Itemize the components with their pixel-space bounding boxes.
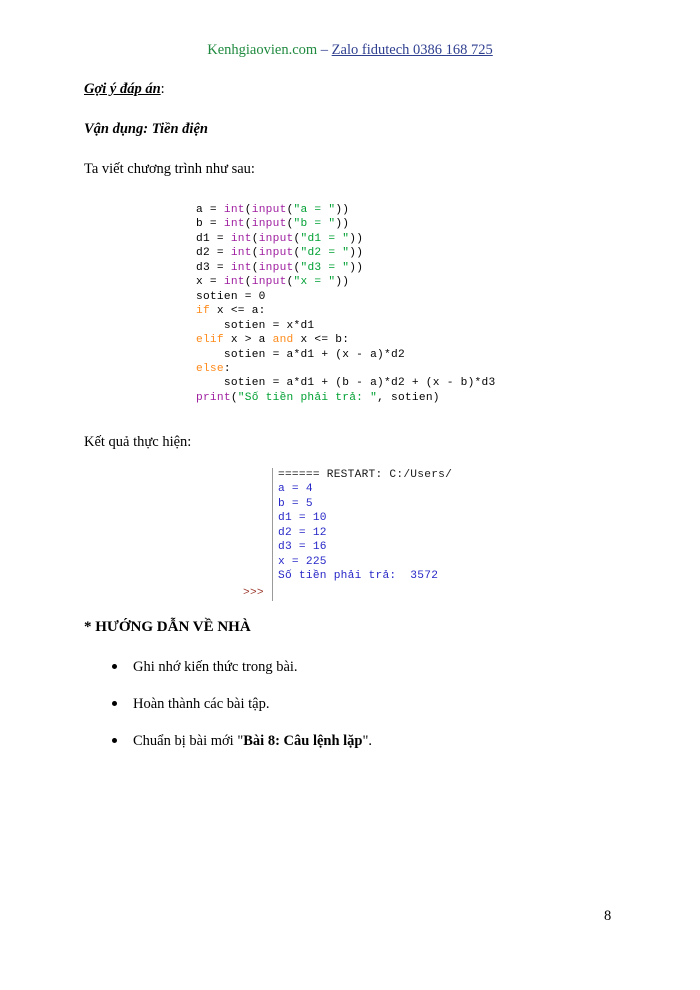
- page-header: Kenhgiaovien.com – Zalo fidutech 0386 16…: [0, 40, 700, 60]
- code-keyword: else: [196, 362, 224, 375]
- python-code-block: a = int(input("a = ")) b = int(input("b …: [196, 203, 495, 405]
- code-string: "d1 = ": [300, 232, 350, 245]
- zalo-contact-link[interactable]: Zalo fidutech 0386 168 725: [332, 42, 493, 58]
- code-builtin: int: [223, 204, 245, 216]
- homework-heading: * HƯỚNG DẪN VỀ NHÀ: [84, 619, 251, 635]
- code-builtin: int: [223, 218, 245, 231]
- code-string: "Số tiền phải trả: ": [237, 391, 378, 404]
- document-content: Gợi ý đáp án: Vận dụng: Tiền điện Ta viế…: [84, 80, 616, 200]
- answer-label-paragraph: Gợi ý đáp án:: [84, 80, 616, 99]
- bullet-icon: [112, 701, 117, 706]
- list-item: Chuẩn bị bài mới "Bài 8: Câu lệnh lặp".: [112, 732, 592, 751]
- code-builtin: input: [258, 261, 294, 274]
- list-item-text: Chuẩn bị bài mới ": [133, 733, 244, 749]
- code-lines: a = int(input("a = ")) b = int(input("b …: [196, 204, 496, 404]
- shell-restart-line: ====== RESTART: C:/Users/: [278, 469, 453, 481]
- shell-prompt: >>>: [243, 587, 264, 599]
- application-heading-paragraph: Vận dụng: Tiền điện: [84, 120, 616, 139]
- code-string: "d2 = ": [300, 247, 350, 260]
- bullet-icon: [112, 738, 117, 743]
- list-item-text: Hoàn thành các bài tập.: [133, 696, 270, 712]
- shell-divider: [272, 468, 273, 601]
- shell-line: a = 4: [278, 483, 313, 496]
- site-name: Kenhgiaovien.com: [207, 42, 318, 58]
- result-label: Kết quả thực hiện:: [84, 434, 192, 450]
- code-builtin: input: [251, 276, 287, 289]
- list-item-tail: ".: [362, 733, 373, 749]
- shell-line: d3 = 16: [278, 541, 327, 554]
- code-builtin: int: [223, 276, 245, 289]
- list-item: Hoàn thành các bài tập.: [112, 695, 592, 714]
- list-item-emphasis: Bài 8: Câu lệnh lặp: [243, 733, 363, 749]
- code-builtin: input: [251, 204, 287, 216]
- answer-label: Gợi ý đáp án: [84, 81, 161, 97]
- shell-line: d2 = 12: [278, 526, 327, 539]
- code-builtin: print: [196, 391, 231, 404]
- code-builtin: int: [230, 261, 252, 274]
- code-string: "x = ": [293, 276, 336, 289]
- code-keyword: if: [196, 305, 210, 318]
- code-builtin: input: [258, 232, 294, 245]
- header-separator: –: [317, 42, 332, 58]
- list-item-text: Ghi nhớ kiến thức trong bài.: [133, 659, 298, 675]
- answer-label-colon: :: [160, 81, 165, 97]
- homework-list: Ghi nhớ kiến thức trong bài. Hoàn thành c…: [112, 658, 592, 769]
- page-number: 8: [604, 908, 612, 924]
- code-keyword: elif: [196, 334, 224, 347]
- shell-line: x = 225: [278, 555, 327, 568]
- code-string: "b = ": [293, 218, 336, 231]
- result-label-container: Kết quả thực hiện:: [84, 433, 616, 473]
- application-heading: Vận dụng: Tiền điện: [84, 121, 208, 137]
- bullet-icon: [112, 664, 117, 669]
- list-item: Ghi nhớ kiến thức trong bài.: [112, 658, 592, 677]
- code-builtin: input: [258, 247, 294, 260]
- intro-paragraph: Ta viết chương trình như sau:: [84, 161, 255, 177]
- shell-output-lines: ====== RESTART: C:/Users/ a = 4 b = 5 d1…: [278, 468, 452, 584]
- shell-line: d1 = 10: [278, 512, 327, 525]
- code-builtin: input: [251, 218, 287, 231]
- code-keyword: and: [272, 334, 294, 347]
- shell-line: Số tiền phải trả: 3572: [278, 570, 439, 583]
- code-builtin: int: [230, 232, 252, 245]
- code-string: "d3 = ": [300, 261, 350, 274]
- code-string: "a = ": [293, 204, 336, 216]
- python-shell-output: >>> ====== RESTART: C:/Users/ a = 4 b = …: [243, 468, 452, 601]
- code-builtin: int: [230, 247, 252, 260]
- shell-line: b = 5: [278, 497, 313, 510]
